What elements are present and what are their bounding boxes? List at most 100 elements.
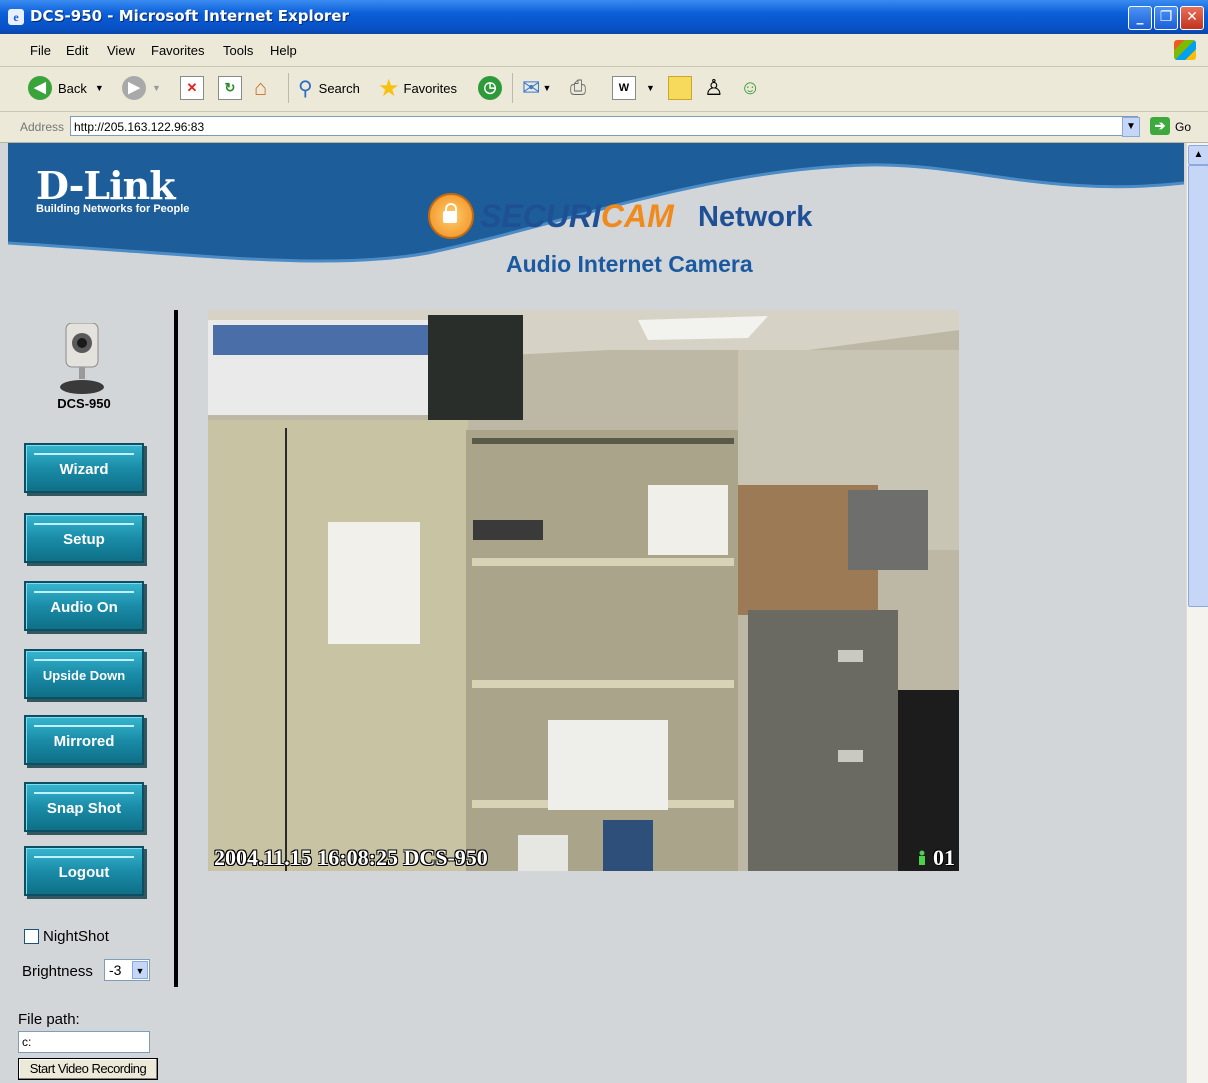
minimize-button[interactable]: _	[1128, 6, 1152, 30]
mail-icon: ✉	[522, 75, 541, 100]
messenger-icon: ☺	[740, 76, 761, 99]
address-bar: Address http://205.163.122.96:83 ▼ ➔ Go	[0, 112, 1208, 143]
user-count-icon	[919, 850, 925, 865]
mail-button[interactable]: ✉ ▼	[522, 75, 551, 101]
search-label: Search	[318, 80, 360, 96]
mirrored-label: Mirrored	[53, 733, 115, 750]
logout-label: Logout	[58, 864, 110, 881]
edit-button[interactable]: W ▼	[612, 75, 655, 101]
refresh-icon: ↻	[218, 76, 242, 100]
snap-shot-label: Snap Shot	[46, 800, 122, 817]
menu-edit[interactable]: Edit	[66, 43, 88, 58]
stop-button[interactable]: ✕	[180, 75, 204, 101]
logout-button[interactable]: Logout	[24, 846, 144, 896]
scroll-up-icon[interactable]: ▲	[1188, 145, 1208, 165]
nightshot-option[interactable]: NightShot	[24, 928, 109, 945]
mail-dropdown-icon[interactable]: ▼	[542, 83, 551, 93]
print-button[interactable]: ⎙	[570, 75, 586, 101]
address-dropdown-icon[interactable]: ▼	[1122, 117, 1140, 137]
camera-device-icon	[60, 323, 104, 394]
file-path-label: File path:	[18, 1011, 80, 1028]
snap-shot-button[interactable]: Snap Shot	[24, 782, 144, 832]
toolbar-separator	[512, 73, 513, 103]
video-user-count: 01	[933, 845, 955, 870]
forward-arrow-icon: ▶	[122, 76, 146, 100]
history-button[interactable]: ◷	[478, 75, 502, 101]
menu-view[interactable]: View	[107, 43, 135, 58]
messenger-button[interactable]: ♙	[704, 75, 724, 101]
go-button[interactable]: Go	[1175, 120, 1191, 134]
history-icon: ◷	[478, 76, 502, 100]
title-bar: e DCS-950 - Microsoft Internet Explorer …	[0, 0, 1208, 34]
back-arrow-icon: ◀	[28, 76, 52, 100]
page-content: D-Link Building Networks for People SECU…	[8, 143, 1184, 1083]
refresh-button[interactable]: ↻	[218, 75, 242, 101]
home-button[interactable]: ⌂	[254, 75, 267, 101]
search-button[interactable]: ⚲ Search	[298, 75, 360, 101]
live-video-feed: 2004.11.15 16:08:25 DCS-950 01	[208, 310, 959, 871]
note-icon	[668, 76, 692, 100]
nightshot-checkbox[interactable]	[24, 929, 39, 944]
upside-down-label: Upside Down	[42, 668, 126, 683]
wizard-label: Wizard	[59, 461, 109, 478]
wizard-button[interactable]: Wizard	[24, 443, 144, 493]
network-label: Network	[698, 201, 813, 233]
lock-icon	[428, 193, 474, 239]
start-video-recording-button[interactable]: Start Video Recording	[18, 1058, 158, 1080]
stop-icon: ✕	[180, 76, 204, 100]
menu-help[interactable]: Help	[270, 43, 297, 58]
brightness-select[interactable]: -3 ▼	[104, 959, 150, 981]
go-arrow-icon[interactable]: ➔	[1150, 117, 1170, 135]
scroll-thumb[interactable]	[1188, 165, 1208, 607]
search-icon: ⚲	[298, 77, 313, 100]
securicam-cam: CAM	[600, 198, 674, 234]
chevron-down-icon[interactable]: ▼	[132, 961, 148, 979]
securicam-securi: SECURI	[480, 198, 601, 234]
edit-dropdown-icon[interactable]: ▼	[646, 83, 655, 93]
mirrored-button[interactable]: Mirrored	[24, 715, 144, 765]
sidebar-divider	[174, 310, 178, 987]
menu-favorites[interactable]: Favorites	[151, 43, 204, 58]
back-label: Back	[58, 80, 87, 96]
back-dropdown-icon[interactable]: ▼	[95, 83, 104, 93]
ie-icon: e	[8, 9, 24, 25]
nightshot-label: NightShot	[43, 928, 109, 945]
toolbar-separator	[288, 73, 289, 103]
windows-logo-icon	[1174, 40, 1196, 60]
audio-on-label: Audio On	[50, 599, 118, 616]
discuss-button[interactable]	[668, 75, 692, 101]
menu-tools[interactable]: Tools	[223, 43, 253, 58]
setup-label: Setup	[63, 531, 105, 548]
forward-dropdown-icon[interactable]: ▼	[152, 83, 161, 93]
setup-button[interactable]: Setup	[24, 513, 144, 563]
dlink-logo: D-Link	[36, 163, 176, 208]
contacts-button[interactable]: ☺	[740, 75, 760, 101]
home-icon: ⌂	[254, 75, 268, 100]
audio-on-button[interactable]: Audio On	[24, 581, 144, 631]
camera-scene-image	[208, 310, 959, 871]
vertical-scrollbar[interactable]: ▲	[1186, 143, 1208, 1083]
forward-button[interactable]: ▶ ▼	[122, 75, 161, 101]
menu-file[interactable]: File	[30, 43, 51, 58]
restore-button[interactable]: ❐	[1154, 6, 1178, 30]
address-input[interactable]: http://205.163.122.96:83	[70, 116, 1138, 136]
menu-bar: File Edit View Favorites Tools Help	[0, 34, 1208, 67]
upside-down-button[interactable]: Upside Down	[24, 649, 144, 699]
window-title: DCS-950 - Microsoft Internet Explorer	[30, 7, 349, 25]
file-path-input[interactable]: c:	[18, 1031, 150, 1053]
favorites-button[interactable]: ★ Favorites	[378, 74, 457, 102]
brightness-label: Brightness	[22, 963, 93, 980]
page-subtitle: Audio Internet Camera	[506, 251, 753, 277]
print-icon: ⎙	[570, 76, 586, 99]
favorites-star-icon: ★	[378, 74, 400, 102]
address-label: Address	[20, 120, 65, 134]
word-edit-icon: W	[612, 76, 636, 100]
dlink-tagline: Building Networks for People	[36, 203, 190, 215]
toolbar: ◀ Back ▼ ▶ ▼ ✕ ↻ ⌂ ⚲ Search ★ Favorites …	[0, 67, 1208, 112]
close-button[interactable]: ✕	[1180, 6, 1204, 30]
research-person-icon: ♙	[704, 75, 724, 100]
video-timestamp-overlay: 2004.11.15 16:08:25 DCS-950	[214, 845, 488, 870]
camera-model-label: DCS-950	[57, 396, 111, 411]
back-button[interactable]: ◀ Back ▼	[28, 75, 104, 101]
favorites-label: Favorites	[403, 80, 457, 96]
